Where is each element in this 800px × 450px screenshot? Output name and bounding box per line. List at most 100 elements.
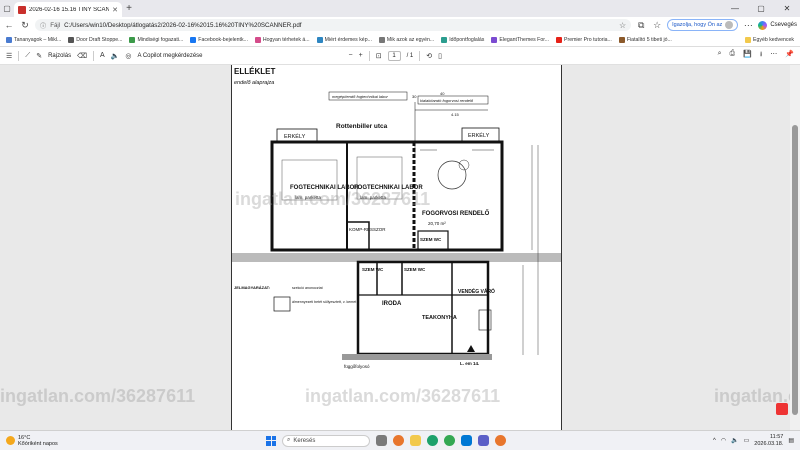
volume-icon[interactable]: 🔈 [731, 437, 738, 444]
close-tab-icon[interactable]: ✕ [112, 6, 118, 14]
bookmark-item[interactable]: ElegantThemes For... [489, 36, 551, 43]
bookmark-item[interactable]: Hogyan térhetek á... [253, 36, 312, 43]
vertical-scrollbar[interactable] [790, 65, 800, 430]
print-icon[interactable]: ⎙ [730, 50, 736, 61]
more-menu-icon[interactable]: ⋯ [742, 20, 754, 31]
windows-start-icon[interactable] [266, 435, 276, 446]
chrome-icon[interactable] [444, 435, 455, 446]
new-tab-button[interactable]: + [122, 3, 136, 14]
rotate-icon[interactable]: ⟲ [426, 52, 432, 60]
pin-toolbar-icon[interactable]: 📌 [785, 50, 794, 61]
signin-button[interactable]: Igazolja, hogy Ön az [667, 19, 739, 31]
read-aloud-icon[interactable]: 🔈 [111, 52, 120, 60]
bookmark-favicon-icon [6, 36, 12, 43]
search-icon[interactable]: ⌕ [718, 50, 722, 61]
close-window-icon[interactable]: ✕ [774, 4, 800, 13]
weather-widget[interactable]: 16°C Kőóriként napos [6, 435, 166, 447]
taskbar-apps: ⌕ Keresés [266, 434, 506, 447]
fit-page-icon[interactable]: ⊡ [376, 52, 382, 60]
search-icon: ⌕ [287, 437, 291, 443]
url-input[interactable]: ⓘ Fájl C:/Users/win10/Desktop/átlogatás2… [35, 19, 632, 31]
top-label-labor: megépítendő fogtechnikai labor [332, 94, 388, 99]
pdf-icon [18, 5, 26, 14]
copilot-button[interactable]: Csevegés [758, 19, 797, 31]
zoom-out-button[interactable]: − [349, 52, 353, 59]
weather-desc: Kőóriként napos [18, 440, 58, 447]
watermark-text: ingatlan.com/36287611 [0, 386, 196, 406]
balcony-left-label: ERKÉLY [284, 133, 306, 140]
taskbar-search[interactable]: ⌕ Keresés [282, 434, 370, 447]
bookmark-item[interactable]: Mik azok az egyén... [377, 36, 436, 43]
bookmark-item[interactable]: Miért érdemes kép... [315, 36, 374, 43]
bookmark-item[interactable]: Mindiségi fogazati... [127, 36, 185, 43]
bookmark-label: ElegantThemes For... [499, 36, 549, 43]
bookmark-favicon-icon [378, 36, 385, 43]
label-fuggofolyoso: függőfolyosó [344, 364, 370, 369]
wifi-icon[interactable]: ◠ [721, 437, 726, 444]
room-rendelo-title: FOGORVOSI RENDELŐ [422, 210, 490, 217]
pdf-page: ELLÉKLET endelő alaprajza megépítendő fo… [231, 65, 562, 430]
avatar [725, 21, 734, 29]
save-icon[interactable]: 💾 [743, 50, 752, 61]
firefox-2-icon[interactable] [495, 435, 506, 446]
eraser-icon[interactable]: ⌫ [77, 52, 87, 60]
tray-expand-icon[interactable]: ^ [713, 438, 716, 444]
url-text: C:/Users/win10/Desktop/átlogatás2/2026-0… [64, 21, 302, 29]
battery-icon[interactable]: ▭ [744, 437, 750, 444]
copilot-pdf-icon[interactable]: ◎ [125, 52, 131, 60]
bookmark-item[interactable]: Tananyagok – Mikl... [4, 36, 63, 43]
save-as-icon[interactable]: ⭳ [760, 50, 762, 61]
mail-icon[interactable] [461, 435, 472, 446]
page-number-input[interactable]: 1 [387, 50, 401, 61]
label-lepcso: L. em 14. [460, 361, 479, 366]
split-screen-icon[interactable]: ⧉ [635, 20, 647, 31]
pdf-toolbar: ☰ ⟋ ✎ Rajzolás ⌫ A 🔈 ◎ A Copilot megkérd… [0, 47, 800, 65]
firefox-icon[interactable] [393, 435, 404, 446]
contents-icon[interactable]: ☰ [6, 52, 12, 60]
bookmark-item[interactable]: Door Draft Stoppe... [66, 36, 124, 43]
sun-icon [6, 436, 15, 445]
maximize-icon[interactable]: ▢ [748, 4, 774, 13]
info-icon[interactable]: ⓘ [40, 21, 46, 30]
draw-icon[interactable]: ✎ [36, 52, 42, 60]
minimize-icon[interactable]: — [722, 4, 748, 13]
zoom-in-button[interactable]: + [359, 52, 363, 59]
pdf-more-icon[interactable]: ⋯ [770, 50, 777, 61]
bookmark-item[interactable]: Premier Pro tutoria... [554, 36, 614, 43]
other-favorites[interactable]: Egyéb kedvencek [743, 36, 796, 43]
address-bar: ← ↻ ⓘ Fájl C:/Users/win10/Desktop/átloga… [0, 17, 800, 33]
refresh-icon[interactable]: ↻ [19, 20, 31, 31]
clock-date: 2026.03.18. [754, 440, 784, 447]
favorites-icon[interactable]: ☆ [651, 20, 663, 31]
bookmark-favicon-icon [68, 36, 75, 43]
bookmark-favicon-icon [316, 36, 323, 43]
draw-button[interactable]: Rajzolás [48, 53, 71, 59]
bookmark-item[interactable]: Facebook-bejelentk... [188, 36, 250, 43]
back-icon[interactable]: ← [3, 20, 15, 30]
notifications-icon[interactable]: ▤ [788, 437, 794, 444]
file-explorer-icon[interactable] [410, 435, 421, 446]
tab-actions-icon[interactable]: ▢ [0, 2, 14, 16]
tab-active[interactable]: 2026-02-16 15.16 TINY SCANNER ✕ [14, 2, 122, 17]
ask-copilot-button[interactable]: A Copilot megkérdezése [137, 53, 202, 59]
page-view-icon[interactable]: ▯ [438, 52, 442, 60]
highlight-icon[interactable]: ⟋ [25, 52, 30, 60]
bookmark-item[interactable]: Időpontfoglalás [439, 36, 486, 43]
scrollbar-thumb[interactable] [792, 125, 798, 415]
acrobat-icon[interactable] [776, 403, 788, 415]
bookmark-item[interactable]: Fiatalító 5 tibeti jó... [617, 36, 674, 43]
pdf-viewer[interactable]: ELLÉKLET endelő alaprajza megépítendő fo… [0, 65, 790, 430]
task-view-icon[interactable] [376, 435, 387, 446]
edge-icon[interactable] [427, 435, 438, 446]
copilot-label: Csevegés [770, 22, 797, 28]
favorite-star-icon[interactable]: ☆ [619, 21, 626, 30]
bookmarks-bar: Tananyagok – Mikl... Door Draft Stoppe...… [0, 33, 800, 47]
clock[interactable]: 11:57 2026.03.18. [754, 434, 783, 447]
tab-strip: ▢ 2026-02-16 15.16 TINY SCANNER ✕ + — ▢ … [0, 0, 800, 17]
bookmark-favicon-icon [190, 36, 197, 43]
url-scheme-label: Fájl [50, 21, 61, 29]
teams-icon[interactable] [478, 435, 489, 446]
page-total: / 1 [406, 52, 414, 59]
text-icon[interactable]: A [100, 52, 105, 59]
bookmark-label: Facebook-bejelentk... [198, 36, 248, 43]
